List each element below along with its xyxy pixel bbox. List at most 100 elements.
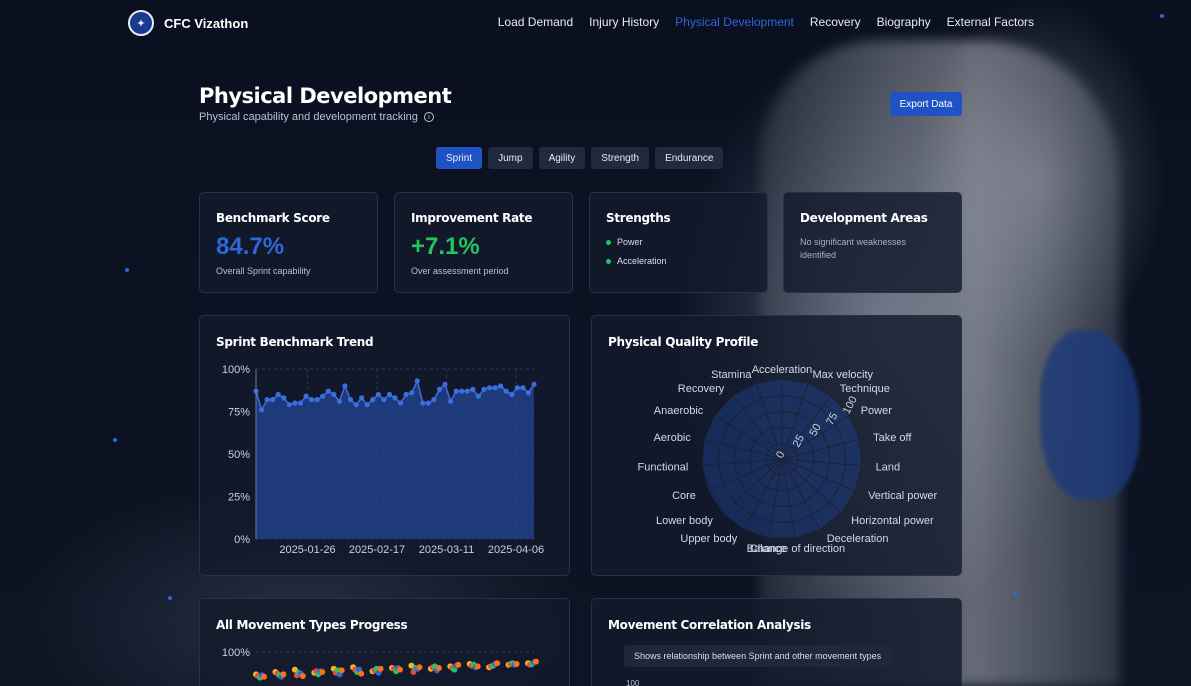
development-areas-text: No significant weaknesses identified [800,237,907,260]
info-icon[interactable]: i [423,112,434,122]
progress-point [474,663,481,670]
nav-link-injury-history[interactable]: Injury History [589,15,659,29]
radar-axis-label: Anaerobic [654,405,704,417]
benchmark-score-value: 84.7% [216,233,285,260]
trend-point [470,386,476,392]
nav-links: Load Demand Injury History Physical Deve… [498,15,1034,29]
trend-point [525,390,532,396]
trend-point [264,397,270,403]
page-subtitle: Physical capability and development trac… [199,111,418,123]
trend-point [486,385,493,391]
trend-point [503,388,509,394]
strength-item: Power [606,237,667,247]
nav-link-external-factors[interactable]: External Factors [947,15,1034,29]
trend-point [347,397,354,403]
strengths-title: Strengths [606,211,671,225]
tab-jump[interactable]: Jump [488,147,533,169]
trend-point [442,381,448,387]
trend-point [403,391,409,398]
progress-point [494,660,501,667]
x-tick-label: 2025-02-17 [349,544,405,556]
correlation-note: Shows relationship between Sprint and ot… [624,645,892,667]
tab-agility[interactable]: Agility [538,147,586,169]
trend-area [256,380,534,539]
nav-link-load-demand[interactable]: Load Demand [498,15,573,29]
top-nav: ✦ CFC Vizathon Load Demand Injury Histor… [0,0,1191,44]
tab-endurance[interactable]: Endurance [655,147,724,169]
progress-point [358,670,365,677]
trend-point [353,402,359,408]
benchmark-score-card: Benchmark Score 84.7% Overall Sprint cap… [199,192,378,293]
trend-point [464,388,470,394]
trend-point [475,393,481,399]
progress-point [397,666,403,673]
bg-dot [125,268,129,272]
trend-point [286,402,292,408]
trend-point [531,381,537,387]
trend-point [397,400,404,406]
trend-point [492,385,498,391]
progress-point [455,661,462,668]
progress-point [319,669,326,675]
bullet-dot-icon [606,258,611,264]
y-tick-label: 75% [228,407,250,419]
benchmark-score-title: Benchmark Score [216,211,330,225]
nav-link-biography[interactable]: Biography [877,15,931,29]
trend-point [409,390,415,396]
trend-point [258,407,265,413]
trend-point [392,395,398,401]
radar-axis-label: Land [876,461,900,473]
bg-dot [113,438,117,442]
improvement-rate-sub: Over assessment period [411,266,509,276]
sprint-trend-chart[interactable]: 0% 25% 50% 75% 100% 2025-01-26 2025-02-17 2025-… [200,316,571,577]
trend-point [336,398,342,404]
radar-axis-label: Stamina [711,369,752,381]
progress-point [299,673,306,679]
bullet-dot-icon [606,239,611,245]
club-crest-emblem [1040,330,1140,500]
trend-point [314,397,320,403]
movement-tabs: Sprint Jump Agility Strength Endurance [436,147,724,169]
y-tick-label: 100% [222,364,250,376]
trend-point [520,385,526,391]
trend-point [370,397,376,403]
improvement-rate-card: Improvement Rate +7.1% Over assessment p… [394,192,573,293]
tab-sprint[interactable]: Sprint [436,147,483,169]
progress-point [435,665,442,671]
radar-axis-label: Take off [873,432,912,444]
radar-axis-label: Horizontal power [851,515,934,527]
radar-axis-label: Lower body [656,515,713,527]
trend-point [320,393,326,399]
trend-point [414,378,420,384]
radar-axis-label: Technique [840,383,890,395]
physical-quality-panel: Physical Quality Profile Acceleration Max… [591,315,962,576]
tab-strength[interactable]: Strength [591,147,650,169]
club-logo-icon: ✦ [128,10,154,36]
y-tick-label: 0% [234,534,250,546]
progress-point [533,658,539,665]
page-subtitle-row: Physical capability and development trac… [199,111,434,123]
movement-correlation-title: Movement Correlation Analysis [608,618,811,632]
radar-axis-label: Aerobic [654,432,692,444]
movement-progress-chart[interactable]: 100% [200,599,571,686]
x-tick-label: 2025-04-06 [488,544,544,556]
trend-point [342,383,348,389]
nav-link-recovery[interactable]: Recovery [810,15,861,29]
radar-axis-label: Recovery [678,383,725,395]
trend-point [453,388,459,394]
trend-point [325,388,331,394]
progress-point [416,664,423,671]
physical-quality-radar[interactable]: Acceleration Max velocity Technique Power Ta… [592,316,963,577]
nav-link-physical-development[interactable]: Physical Development [675,15,794,29]
movement-correlation-panel: Movement Correlation Analysis Shows rela… [591,598,962,686]
brand-name: CFC Vizathon [164,15,249,31]
radar-axis-label: Functional [638,461,689,473]
strength-label: Power [617,237,643,247]
radar-axis-label: Vertical power [868,490,937,502]
export-data-button[interactable]: Export Data [890,92,962,116]
radar-axis-label: Core [672,490,696,502]
brand[interactable]: ✦ CFC Vizathon [128,10,248,36]
radar-axis-label: Acceleration [752,364,813,376]
radar-axis-label: Power [861,405,893,417]
radar-tick-label: 100 [841,394,860,416]
